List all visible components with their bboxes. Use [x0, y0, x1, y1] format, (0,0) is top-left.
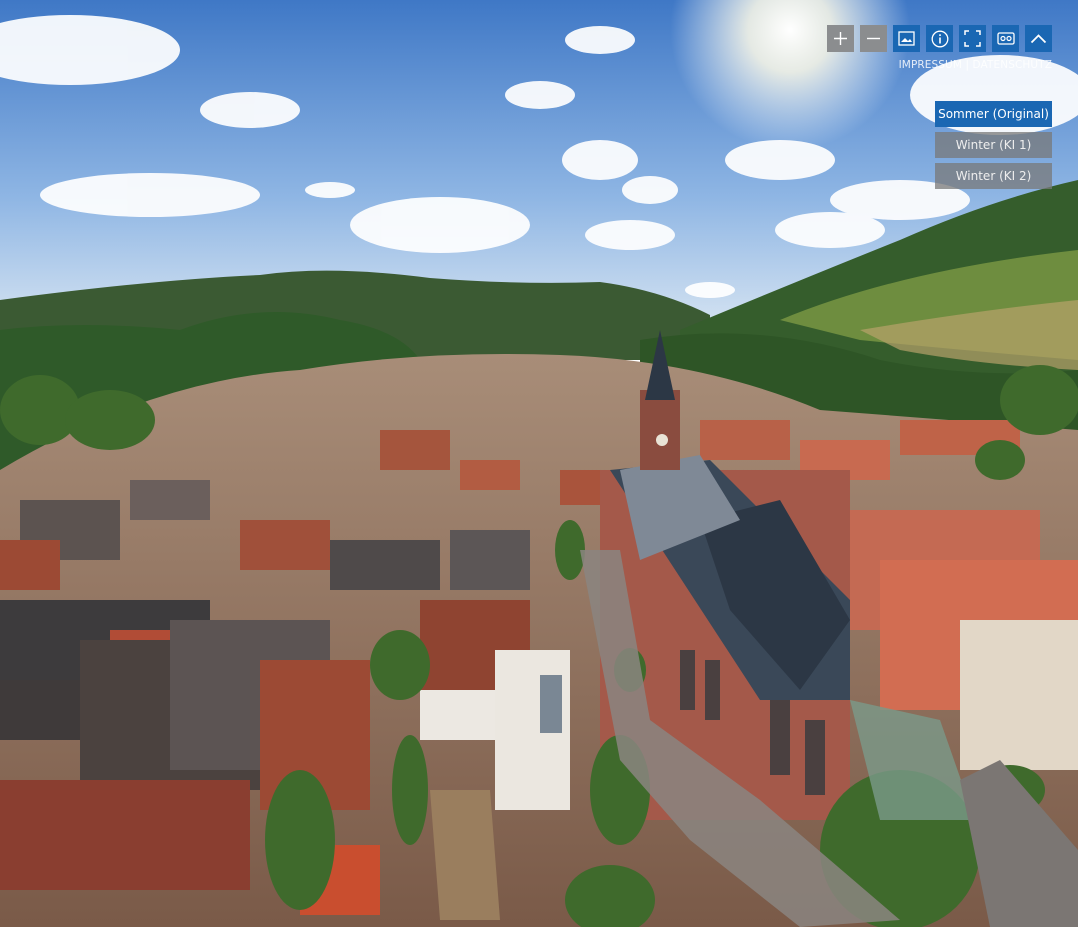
viewer-toolbar	[827, 25, 1052, 52]
gallery-button[interactable]	[893, 25, 920, 52]
variant-winter-ki-2[interactable]: Winter (KI 2)	[935, 163, 1052, 189]
minus-icon	[867, 37, 880, 40]
link-separator: |	[962, 59, 973, 71]
variant-selector: Sommer (Original) Winter (KI 1) Winter (…	[935, 101, 1052, 189]
datenschutz-link[interactable]: DATENSCHUTZ	[973, 59, 1052, 71]
zoom-out-button[interactable]	[860, 25, 887, 52]
panorama-view[interactable]	[0, 0, 1078, 927]
vr-glasses-icon	[996, 32, 1015, 45]
info-icon	[931, 30, 948, 47]
info-button[interactable]	[926, 25, 953, 52]
image-icon	[898, 31, 915, 46]
chevron-up-icon	[1030, 34, 1047, 44]
collapse-button[interactable]	[1025, 25, 1052, 52]
impressum-link[interactable]: IMPRESSUM	[899, 59, 962, 71]
zoom-in-button[interactable]	[827, 25, 854, 52]
fullscreen-icon	[964, 30, 981, 47]
variant-sommer-original[interactable]: Sommer (Original)	[935, 101, 1052, 127]
plus-icon	[834, 32, 847, 45]
legal-links: IMPRESSUM | DATENSCHUTZ	[899, 59, 1052, 71]
vr-mode-button[interactable]	[992, 25, 1019, 52]
panorama-scene	[0, 0, 1078, 927]
fullscreen-button[interactable]	[959, 25, 986, 52]
variant-winter-ki-1[interactable]: Winter (KI 1)	[935, 132, 1052, 158]
